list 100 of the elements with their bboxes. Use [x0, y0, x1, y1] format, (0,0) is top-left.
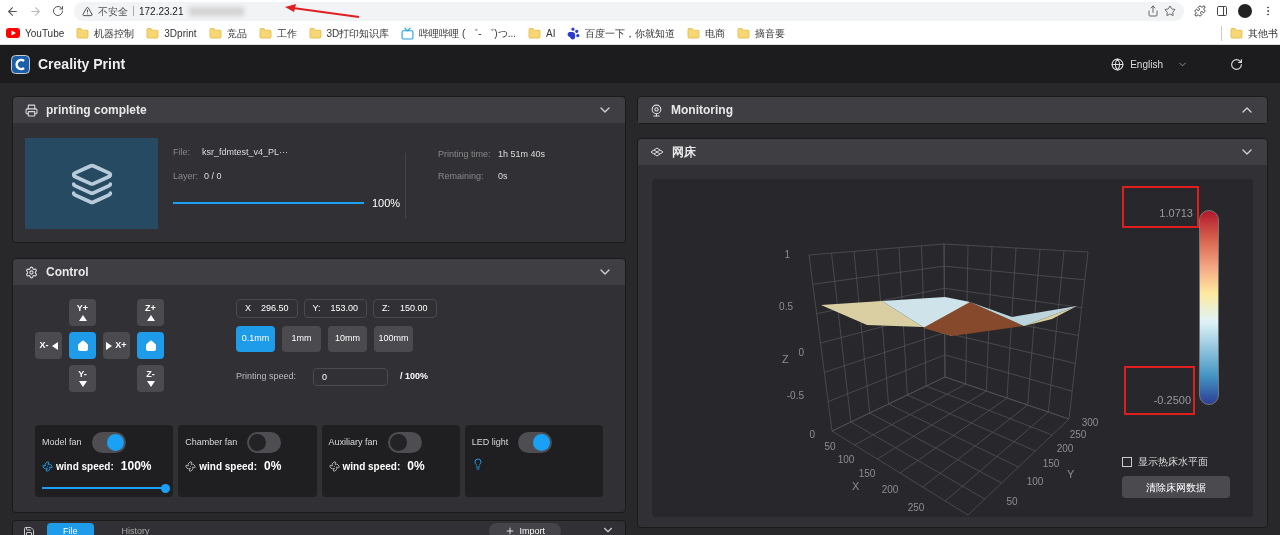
printing-speed-input[interactable]: 0 — [313, 368, 388, 386]
fan-icon — [42, 460, 53, 472]
jog-button[interactable]: Z- — [137, 365, 164, 392]
reload-icon[interactable] — [52, 5, 64, 17]
import-button[interactable]: Import — [489, 523, 561, 535]
speed-percent-suffix: / 100% — [400, 370, 429, 384]
bookmark-item[interactable]: 其他书 — [1221, 25, 1278, 41]
coordinate-field: Z: 150.00 — [373, 299, 437, 318]
wind-speed-label: wind speed: — [199, 459, 258, 474]
y-tick-label: 150 — [1042, 458, 1060, 469]
jog-button[interactable]: Z+ — [137, 299, 164, 326]
extensions-icon[interactable] — [1194, 5, 1206, 17]
wind-speed-value: 100% — [120, 458, 152, 475]
home-icon — [76, 339, 89, 352]
folder-icon — [737, 26, 751, 40]
y-tick-label: 200 — [1056, 443, 1074, 454]
z-tick-label: 0.5 — [779, 301, 793, 312]
plus-icon — [505, 526, 516, 535]
bookmark-item[interactable]: 工作 — [258, 25, 297, 41]
step-size-button[interactable]: 1mm — [282, 326, 321, 352]
step-size-button[interactable]: 100mm — [374, 326, 413, 352]
wind-speed-label: wind speed: — [56, 459, 114, 474]
back-icon[interactable] — [6, 4, 19, 18]
panel-title: printing complete — [46, 102, 147, 119]
x-tick-label: 250 — [907, 502, 925, 513]
z-tick-label: 0 — [809, 429, 815, 440]
slider-thumb[interactable] — [161, 483, 171, 493]
model-icon — [69, 161, 114, 206]
checkbox[interactable] — [1122, 456, 1132, 467]
bookmark-item[interactable]: 3Dprint — [146, 25, 197, 41]
printing-speed-label: Printing speed: — [236, 370, 298, 384]
blurred-url-part — [188, 6, 244, 16]
z-axis-label: Z — [782, 353, 789, 365]
toggle-switch[interactable] — [91, 432, 126, 453]
star-icon[interactable] — [1164, 5, 1176, 17]
clear-mesh-button[interactable]: 清除床网数据 — [1122, 476, 1230, 498]
share-icon[interactable] — [1147, 5, 1159, 17]
remaining-label: Remaining: — [438, 169, 485, 183]
scale-min-value: -0.2500 — [1124, 366, 1195, 415]
folder-icon — [76, 26, 90, 40]
printer-icon — [25, 103, 38, 117]
panel-title: Control — [46, 264, 89, 281]
printing-time-value: 1h 51m 40s — [498, 148, 546, 161]
y-tick-label: 250 — [1069, 429, 1087, 440]
bookmark-item[interactable]: 竞品 — [208, 25, 247, 41]
z-tick-label: 0 — [798, 347, 804, 358]
coordinate-field: Y: 153.00 — [303, 299, 368, 318]
address-bar[interactable]: 不安全 172.23.21 — [74, 1, 1184, 21]
wind-speed-value: 0% — [264, 458, 282, 475]
globe-icon — [1111, 57, 1125, 71]
scale-max-value: 1.0713 — [1122, 186, 1199, 228]
language-selector[interactable]: English — [1111, 56, 1188, 72]
mesh-icon — [650, 147, 664, 157]
jog-button[interactable]: X+ — [103, 332, 130, 359]
home-button[interactable] — [69, 332, 96, 359]
folder-icon — [1230, 26, 1243, 40]
y-tick-label: 50 — [1006, 496, 1018, 507]
bookmark-item[interactable]: AI — [528, 25, 556, 41]
bookmark-item[interactable]: 电商 — [687, 25, 726, 41]
jog-button[interactable]: Y+ — [69, 299, 96, 326]
settings-icon — [25, 265, 38, 279]
layer-value: 0 / 0 — [204, 169, 222, 183]
jog-button[interactable]: X- — [35, 332, 62, 359]
wind-speed-label: wind speed: — [342, 459, 401, 474]
bookmark-item[interactable]: 摘音要 — [737, 25, 786, 41]
bookmark-item[interactable]: YouTube — [6, 25, 65, 41]
checkbox-label: 显示热床水平面 — [1138, 455, 1208, 469]
bookmark-item[interactable]: 哔哩哔哩 ( ゜- ゜)つ... — [401, 25, 516, 41]
folder-icon — [208, 26, 222, 40]
jog-button[interactable]: Y- — [69, 365, 96, 392]
refresh-icon[interactable] — [1230, 57, 1243, 71]
profile-avatar[interactable] — [1238, 4, 1252, 18]
fan-icon — [328, 460, 340, 472]
printing-time-label: Printing time: — [438, 148, 492, 161]
toggle-switch[interactable] — [387, 432, 422, 453]
url-text: 172.23.21 — [139, 4, 184, 19]
tv-icon — [401, 26, 415, 40]
side-panel-icon[interactable] — [1216, 5, 1228, 17]
progress-percent: 100% — [372, 196, 401, 211]
folder-icon — [687, 26, 701, 40]
device-name: Auxiliary fan — [328, 435, 378, 449]
remaining-value: 0s — [498, 169, 508, 183]
file-tab[interactable]: History — [105, 523, 166, 535]
home-button[interactable] — [137, 332, 164, 359]
play-logo-icon — [6, 28, 20, 38]
bookmark-item[interactable]: 百度一下，你就知道 — [567, 25, 676, 41]
toggle-switch[interactable] — [518, 432, 553, 453]
x-tick-label: 50 — [824, 441, 836, 452]
folder-icon — [146, 26, 160, 40]
toggle-switch[interactable] — [247, 432, 282, 453]
y-tick-label: 300 — [1081, 417, 1099, 428]
bookmark-item[interactable]: 机器控制 — [76, 25, 135, 41]
panel-title: Monitoring — [671, 102, 733, 119]
y-tick-label: 100 — [1026, 476, 1044, 487]
wind-speed-value: 0% — [407, 458, 425, 475]
bookmark-item[interactable]: 3D打印知识库 — [308, 25, 390, 41]
step-size-button[interactable]: 10mm — [328, 326, 367, 352]
z-tick-label: -0.5 — [786, 390, 804, 401]
speed-slider[interactable] — [42, 483, 167, 493]
save-icon — [23, 526, 35, 535]
